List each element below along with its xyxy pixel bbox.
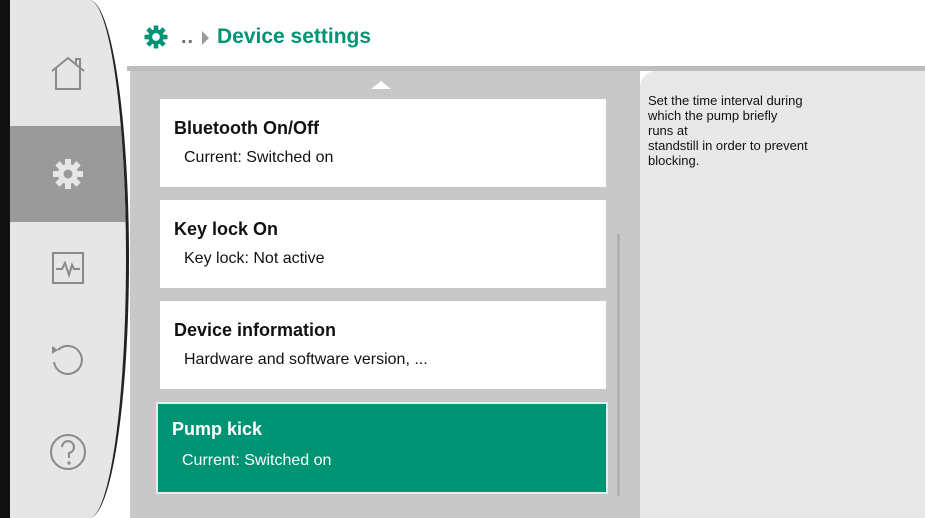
breadcrumb-back[interactable]: .. [181,26,194,49]
help-icon [48,432,88,472]
menu-item-title: Key lock On [174,219,279,239]
settings-gear-icon [143,24,169,55]
menu-item-title: Device information [174,320,337,340]
menu-item-subtitle: Current: Switched on [184,149,334,166]
gear-icon [51,157,85,191]
menu-item-pump-kick[interactable]: Pump kick Current: Switched on [156,402,608,494]
help-text: Set the time interval during which the p… [648,93,808,168]
menu-item-key-lock[interactable]: Key lock On Key lock: Not active [160,200,606,288]
sidebar-item-restore[interactable] [10,312,126,408]
sidebar [10,0,129,518]
sidebar-item-settings[interactable] [10,126,126,222]
sidebar-item-home[interactable] [10,26,126,122]
home-icon [48,55,88,93]
pulse-icon [51,251,85,285]
screen-bezel [0,0,10,518]
sidebar-item-help[interactable] [10,404,126,500]
triangle-right-icon [202,31,209,45]
header: .. Device settings [127,0,925,70]
scroll-up-arrow-icon[interactable] [371,81,391,89]
sidebar-item-diagnostics[interactable] [10,220,126,316]
menu-item-subtitle: Hardware and software version, ... [184,351,428,368]
menu-item-subtitle: Key lock: Not active [184,250,325,267]
menu-item-device-information[interactable]: Device information Hardware and software… [160,301,606,389]
menu-item-title: Bluetooth On/Off [174,118,319,138]
menu-item-bluetooth[interactable]: Bluetooth On/Off Current: Switched on [160,99,606,187]
menu-item-subtitle: Current: Switched on [182,452,332,469]
menu-list: Bluetooth On/Off Current: Switched on Ke… [130,71,640,518]
undo-icon [48,340,88,380]
scrollbar[interactable] [617,234,620,496]
help-panel: Set the time interval during which the p… [640,71,925,518]
menu-item-title: Pump kick [172,419,263,439]
page-title: Device settings [217,25,372,48]
